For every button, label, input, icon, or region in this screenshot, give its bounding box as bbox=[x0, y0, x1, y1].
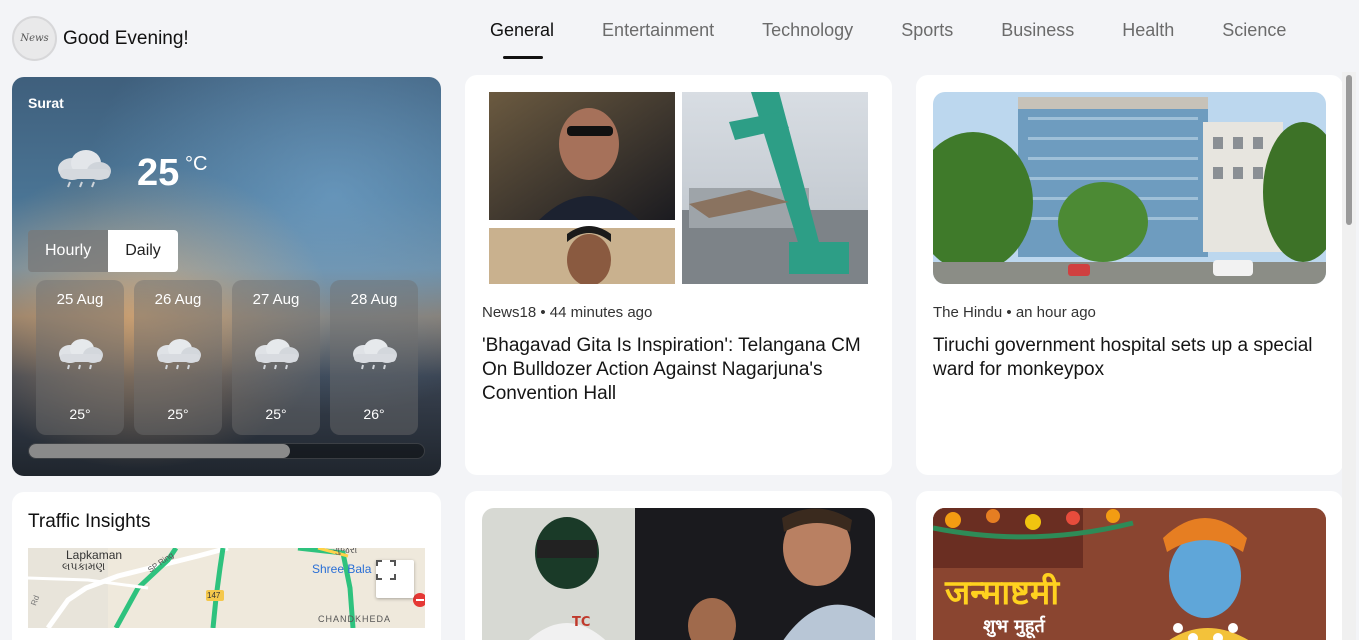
tab-technology[interactable]: Technology bbox=[738, 20, 877, 60]
svg-text:TC: TC bbox=[572, 615, 590, 630]
fullscreen-icon bbox=[376, 560, 396, 580]
forecast-date: 25 Aug bbox=[56, 291, 104, 308]
news-source-line: The Hindu • an hour ago bbox=[933, 304, 1096, 321]
news-logo[interactable]: News bbox=[12, 16, 57, 61]
news-image: जन्माष्टमी शुभ मुहूर्त bbox=[933, 508, 1326, 640]
forecast-day[interactable]: 25 Aug 25° bbox=[36, 280, 124, 435]
hourly-button[interactable]: Hourly bbox=[28, 230, 109, 272]
weather-widget: Surat 25 °C Hourly Daily 25 Aug 25° 26 A… bbox=[12, 77, 441, 476]
forecast-temp: 26° bbox=[363, 406, 385, 422]
news-card[interactable]: जन्माष्टमी शुभ मुहूर्त bbox=[916, 491, 1343, 640]
tab-business[interactable]: Business bbox=[977, 20, 1098, 60]
greeting: Good Evening! bbox=[63, 27, 189, 49]
forecast-temp: 25° bbox=[265, 406, 287, 422]
brand: News Good Evening! bbox=[12, 16, 189, 61]
traffic-map[interactable]: Lapkaman લપકામણ Shree Bala CHANDKHEDA 14… bbox=[28, 548, 425, 628]
news-card[interactable]: The Hindu • an hour ago Tiruchi governme… bbox=[916, 75, 1343, 475]
tab-health[interactable]: Health bbox=[1098, 20, 1198, 60]
news-title[interactable]: Tiruchi government hospital sets up a sp… bbox=[933, 334, 1325, 382]
rain-cloud-icon bbox=[348, 337, 400, 376]
forecast-day[interactable]: 28 Aug 26° bbox=[330, 280, 418, 435]
forecast-date: 27 Aug bbox=[252, 291, 300, 308]
weather-city: Surat bbox=[28, 95, 64, 111]
daily-button[interactable]: Daily bbox=[108, 230, 178, 272]
map-label-lapkaman: Lapkaman bbox=[66, 548, 123, 562]
page-scrollbar-thumb[interactable] bbox=[1346, 75, 1352, 225]
traffic-title: Traffic Insights bbox=[28, 511, 151, 532]
forecast-scroll-thumb[interactable] bbox=[29, 444, 290, 458]
traffic-widget: Traffic Insights Lapkaman લપકામણ Shree B… bbox=[12, 492, 441, 640]
forecast-date: 28 Aug bbox=[350, 291, 398, 308]
forecast-day[interactable]: 26 Aug 25° bbox=[134, 280, 222, 435]
news-image-collage bbox=[489, 92, 868, 286]
news-title[interactable]: 'Bhagavad Gita Is Inspiration': Telangan… bbox=[482, 334, 874, 406]
news-image: TC bbox=[482, 508, 875, 640]
map-label-shree-bala: Shree Bala bbox=[312, 562, 372, 576]
forecast-temp: 25° bbox=[69, 406, 91, 422]
tab-general[interactable]: General bbox=[468, 20, 578, 60]
forecast-day[interactable]: 27 Aug 25° bbox=[232, 280, 320, 435]
weather-temperature: 25 bbox=[137, 152, 180, 194]
news-time: an hour ago bbox=[1015, 304, 1096, 321]
forecast-date: 26 Aug bbox=[154, 291, 202, 308]
map-road-shield: 147 bbox=[207, 591, 221, 600]
tab-science[interactable]: Science bbox=[1198, 20, 1310, 60]
rain-cloud-icon bbox=[152, 337, 204, 376]
map-label-chandkheda: CHANDKHEDA bbox=[318, 614, 392, 624]
rain-cloud-icon bbox=[250, 337, 302, 376]
forecast-temp: 25° bbox=[167, 406, 189, 422]
news-image bbox=[933, 92, 1326, 284]
news-card[interactable]: News18 • 44 minutes ago 'Bhagavad Gita I… bbox=[465, 75, 892, 475]
tab-entertainment[interactable]: Entertainment bbox=[578, 20, 738, 60]
tab-sports[interactable]: Sports bbox=[877, 20, 977, 60]
rain-cloud-icon bbox=[54, 337, 106, 376]
news-source: News18 bbox=[482, 304, 537, 321]
news-card[interactable]: TC bbox=[465, 491, 892, 640]
category-tabs: General Entertainment Technology Sports … bbox=[468, 20, 1310, 60]
forecast-toggle: Hourly Daily bbox=[28, 230, 178, 272]
news-source-line: News18 • 44 minutes ago bbox=[482, 304, 653, 321]
map-label-lapkaman-local: લપકામણ bbox=[62, 561, 106, 573]
image-caption-janmashtami: जन्माष्टमी bbox=[945, 573, 1060, 613]
forecast-scrollbar[interactable] bbox=[28, 443, 425, 459]
daily-forecast-list: 25 Aug 25° 26 Aug 25° 27 Aug 25° 28 Aug bbox=[36, 280, 418, 435]
rain-cloud-icon bbox=[52, 147, 114, 194]
image-caption-muhurat: शुभ मुहूर्त bbox=[983, 616, 1045, 637]
weather-unit: °C bbox=[185, 153, 208, 175]
fullscreen-button[interactable] bbox=[376, 560, 414, 598]
news-source: The Hindu bbox=[933, 304, 1003, 321]
map-label-gujarati: ગુજરા bbox=[333, 548, 358, 556]
logo-text: News bbox=[20, 33, 49, 44]
news-time: 44 minutes ago bbox=[549, 304, 653, 321]
